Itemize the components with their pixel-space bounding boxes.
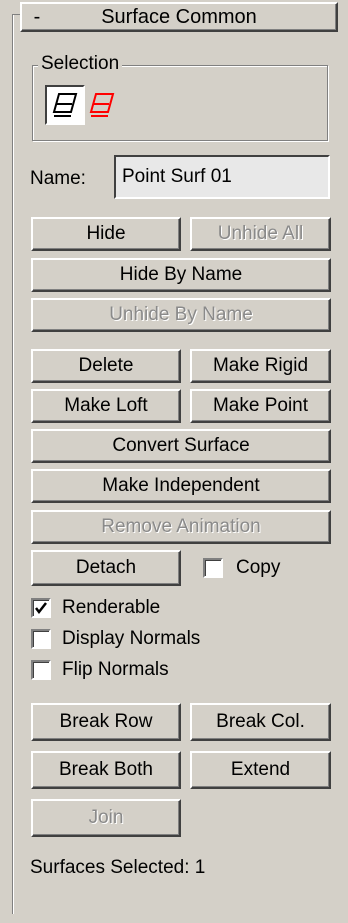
surface-level-button[interactable] — [45, 85, 85, 125]
make-loft-button[interactable]: Make Loft — [31, 389, 181, 423]
extend-button[interactable]: Extend — [190, 751, 331, 789]
name-field[interactable]: Point Surf 01 — [114, 155, 330, 199]
renderable-label: Renderable — [62, 597, 161, 618]
hide-by-name-button[interactable]: Hide By Name — [31, 258, 331, 292]
unhide-by-name-button[interactable]: Unhide By Name — [31, 298, 331, 332]
make-point-button[interactable]: Make Point — [190, 389, 331, 423]
copy-label: Copy — [236, 557, 281, 578]
detach-button[interactable]: Detach — [31, 550, 181, 586]
hide-button[interactable]: Hide — [31, 217, 181, 251]
convert-surface-button[interactable]: Convert Surface — [31, 429, 331, 463]
break-both-button[interactable]: Break Both — [31, 751, 181, 789]
break-col-button[interactable]: Break Col. — [190, 703, 331, 741]
unhide-all-button[interactable]: Unhide All — [190, 217, 331, 251]
make-rigid-button[interactable]: Make Rigid — [190, 349, 331, 383]
display-normals-label: Display Normals — [62, 628, 201, 649]
display-normals-checkbox[interactable] — [31, 629, 51, 649]
rollout-frame-highlight — [13, 14, 14, 914]
rollout-title: Surface Common — [101, 5, 257, 28]
join-button[interactable]: Join — [31, 799, 181, 837]
checkmark-icon — [35, 602, 47, 615]
rollout-frame-hook — [12, 14, 20, 15]
delete-button[interactable]: Delete — [31, 349, 181, 383]
surface-cv-icon — [85, 88, 119, 122]
surface-cv-button[interactable] — [82, 85, 122, 125]
remove-animation-button[interactable]: Remove Animation — [31, 510, 331, 544]
name-label: Name: — [30, 168, 86, 189]
break-row-button[interactable]: Break Row — [31, 703, 181, 741]
surface-level-icon — [48, 88, 82, 122]
make-independent-button[interactable]: Make Independent — [31, 469, 331, 503]
selection-status-text: Surfaces Selected: 1 — [30, 857, 206, 878]
renderable-checkbox[interactable] — [31, 598, 51, 618]
collapse-toggle[interactable]: - — [22, 6, 52, 29]
flip-normals-label: Flip Normals — [62, 659, 169, 680]
selection-group-label: Selection — [38, 54, 123, 74]
flip-normals-checkbox[interactable] — [31, 660, 51, 680]
copy-checkbox[interactable] — [203, 558, 223, 578]
rollout-header[interactable]: - Surface Common — [20, 2, 338, 32]
